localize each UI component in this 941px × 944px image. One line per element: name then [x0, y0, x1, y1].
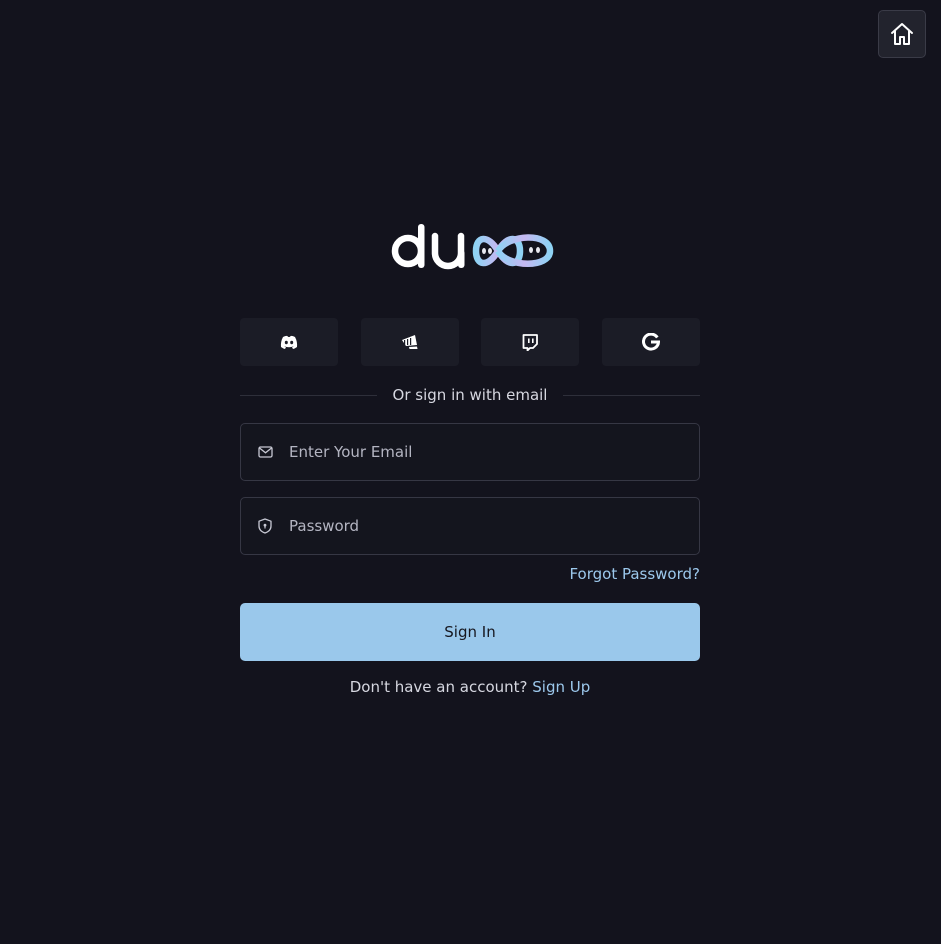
- email-input[interactable]: [289, 424, 699, 480]
- sign-in-page: Or sign in with email Forgot Password? S…: [0, 0, 941, 944]
- google-login-button[interactable]: [601, 318, 700, 366]
- email-divider: Or sign in with email: [240, 384, 701, 406]
- riot-login-button[interactable]: [360, 318, 459, 366]
- shield-icon: [257, 518, 273, 534]
- discord-login-button[interactable]: [240, 318, 338, 366]
- mail-icon: [257, 444, 273, 460]
- twitch-icon: [522, 333, 539, 351]
- social-login-row: [240, 318, 700, 366]
- forgot-password-link[interactable]: Forgot Password?: [569, 565, 700, 583]
- brand-logo: [388, 222, 554, 272]
- signup-prompt-text: Don't have an account?: [349, 678, 528, 696]
- home-icon: [891, 23, 913, 45]
- discord-icon: [280, 335, 298, 349]
- email-field[interactable]: [240, 423, 700, 481]
- sign-up-link[interactable]: Sign Up: [532, 678, 590, 696]
- sign-in-button[interactable]: Sign In: [240, 603, 700, 661]
- google-icon: [642, 333, 660, 351]
- divider-line-left: [240, 394, 377, 396]
- signup-prompt: Don't have an account? Sign Up: [240, 678, 700, 696]
- home-button[interactable]: [878, 10, 926, 58]
- twitch-login-button[interactable]: [481, 318, 580, 366]
- divider-text: Or sign in with email: [392, 386, 548, 404]
- riot-icon: [401, 335, 418, 349]
- password-input[interactable]: [289, 498, 699, 554]
- divider-line-right: [563, 394, 701, 396]
- password-field[interactable]: [240, 497, 700, 555]
